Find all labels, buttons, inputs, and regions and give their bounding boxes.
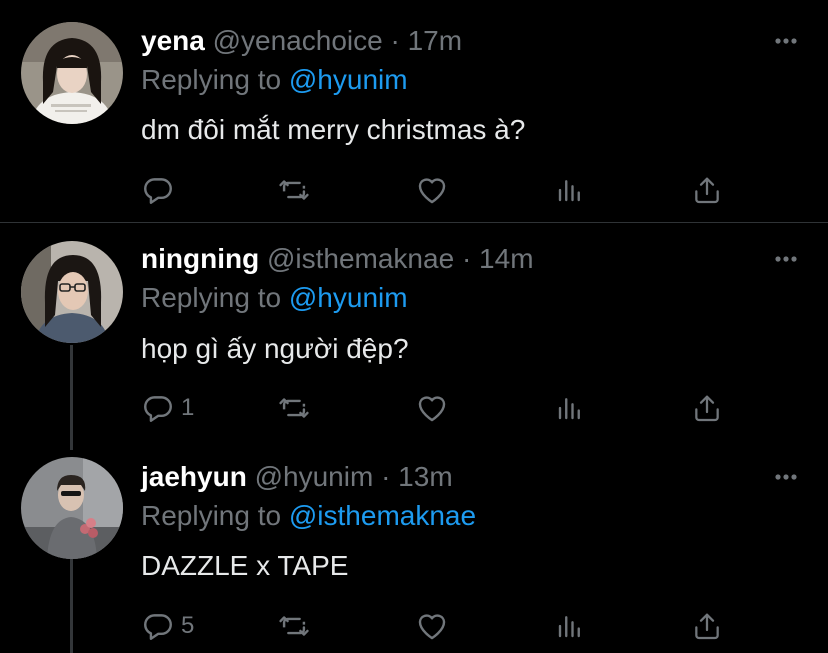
retweet-icon bbox=[279, 180, 309, 200]
retweet-icon bbox=[279, 398, 309, 418]
retweet-button[interactable] bbox=[276, 391, 312, 425]
like-button[interactable] bbox=[415, 391, 449, 425]
tweet-header: jaehyun @hyunim · 13m bbox=[141, 460, 453, 494]
tweet[interactable]: ningning @isthemaknae · 14m Replying to … bbox=[0, 223, 828, 437]
avatar[interactable] bbox=[21, 241, 123, 343]
reply-button[interactable]: 5 bbox=[141, 609, 194, 643]
reply-feed: yena @yenachoice · 17m Replying to @hyun… bbox=[0, 0, 828, 653]
replying-to-mention[interactable]: @hyunim bbox=[289, 64, 408, 95]
tweet-text: họp gì ấy người đệp? bbox=[141, 333, 409, 364]
analytics-icon bbox=[558, 398, 580, 420]
analytics-icon bbox=[558, 616, 580, 638]
more-icon[interactable] bbox=[772, 252, 800, 264]
display-name[interactable]: ningning bbox=[141, 243, 259, 274]
like-icon bbox=[418, 178, 446, 204]
tweet-header: ningning @isthemaknae · 14m bbox=[141, 242, 534, 276]
analytics-button[interactable] bbox=[555, 173, 585, 207]
separator: · bbox=[381, 461, 391, 492]
user-handle[interactable]: @yenachoice bbox=[213, 25, 383, 56]
avatar-image bbox=[21, 241, 123, 343]
display-name[interactable]: yena bbox=[141, 25, 205, 56]
share-button[interactable] bbox=[691, 391, 723, 425]
share-button[interactable] bbox=[691, 173, 723, 207]
display-name[interactable]: jaehyun bbox=[141, 461, 247, 492]
user-handle[interactable]: @isthemaknae bbox=[267, 243, 454, 274]
replying-to-mention[interactable]: @isthemaknae bbox=[289, 500, 476, 531]
thread-connector bbox=[70, 345, 73, 450]
avatar[interactable] bbox=[21, 22, 123, 124]
tweet-header: yena @yenachoice · 17m bbox=[141, 24, 462, 58]
thread-connector bbox=[70, 559, 73, 653]
reply-count: 5 bbox=[181, 612, 195, 639]
like-button[interactable] bbox=[415, 173, 449, 207]
avatar-image bbox=[21, 457, 123, 559]
timestamp[interactable]: 13m bbox=[398, 461, 452, 492]
timestamp[interactable]: 17m bbox=[408, 25, 462, 56]
more-icon[interactable] bbox=[772, 34, 800, 46]
tweet[interactable]: yena @yenachoice · 17m Replying to @hyun… bbox=[0, 0, 828, 222]
analytics-button[interactable] bbox=[555, 609, 585, 643]
reply-icon bbox=[144, 178, 172, 204]
analytics-button[interactable] bbox=[555, 391, 585, 425]
more-icon[interactable] bbox=[772, 470, 800, 482]
replying-to-line: Replying to @isthemaknae bbox=[141, 499, 476, 533]
analytics-icon bbox=[558, 180, 580, 202]
share-icon bbox=[695, 177, 719, 204]
replying-to-prefix: Replying to bbox=[141, 64, 282, 95]
separator: · bbox=[461, 243, 472, 274]
replying-to-prefix: Replying to bbox=[141, 282, 282, 313]
share-icon bbox=[695, 613, 719, 640]
replying-to-line: Replying to @hyunim bbox=[141, 281, 408, 315]
retweet-button[interactable] bbox=[276, 609, 312, 643]
separator: · bbox=[390, 25, 400, 56]
reply-button[interactable] bbox=[141, 173, 181, 207]
share-button[interactable] bbox=[691, 609, 723, 643]
reply-icon bbox=[144, 614, 172, 640]
like-icon bbox=[418, 614, 446, 640]
replying-to-line: Replying to @hyunim bbox=[141, 63, 408, 97]
replying-to-mention[interactable]: @hyunim bbox=[289, 282, 408, 313]
retweet-button[interactable] bbox=[276, 173, 312, 207]
avatar-image bbox=[21, 22, 123, 124]
like-button[interactable] bbox=[415, 609, 449, 643]
retweet-icon bbox=[279, 616, 309, 636]
share-icon bbox=[695, 395, 719, 422]
reply-count: 1 bbox=[181, 394, 195, 421]
reply-button[interactable]: 1 bbox=[141, 391, 194, 425]
tweet[interactable]: jaehyun @hyunim · 13m Replying to @isthe… bbox=[0, 437, 828, 653]
user-handle[interactable]: @hyunim bbox=[255, 461, 374, 492]
tweet-text: DAZZLE x TAPE bbox=[141, 550, 349, 581]
reply-icon bbox=[144, 396, 172, 422]
replying-to-prefix: Replying to bbox=[141, 500, 282, 531]
timestamp[interactable]: 14m bbox=[479, 243, 533, 274]
tweet-text: dm đôi mắt merry christmas à? bbox=[141, 114, 526, 145]
like-icon bbox=[418, 396, 446, 422]
avatar[interactable] bbox=[21, 457, 123, 559]
